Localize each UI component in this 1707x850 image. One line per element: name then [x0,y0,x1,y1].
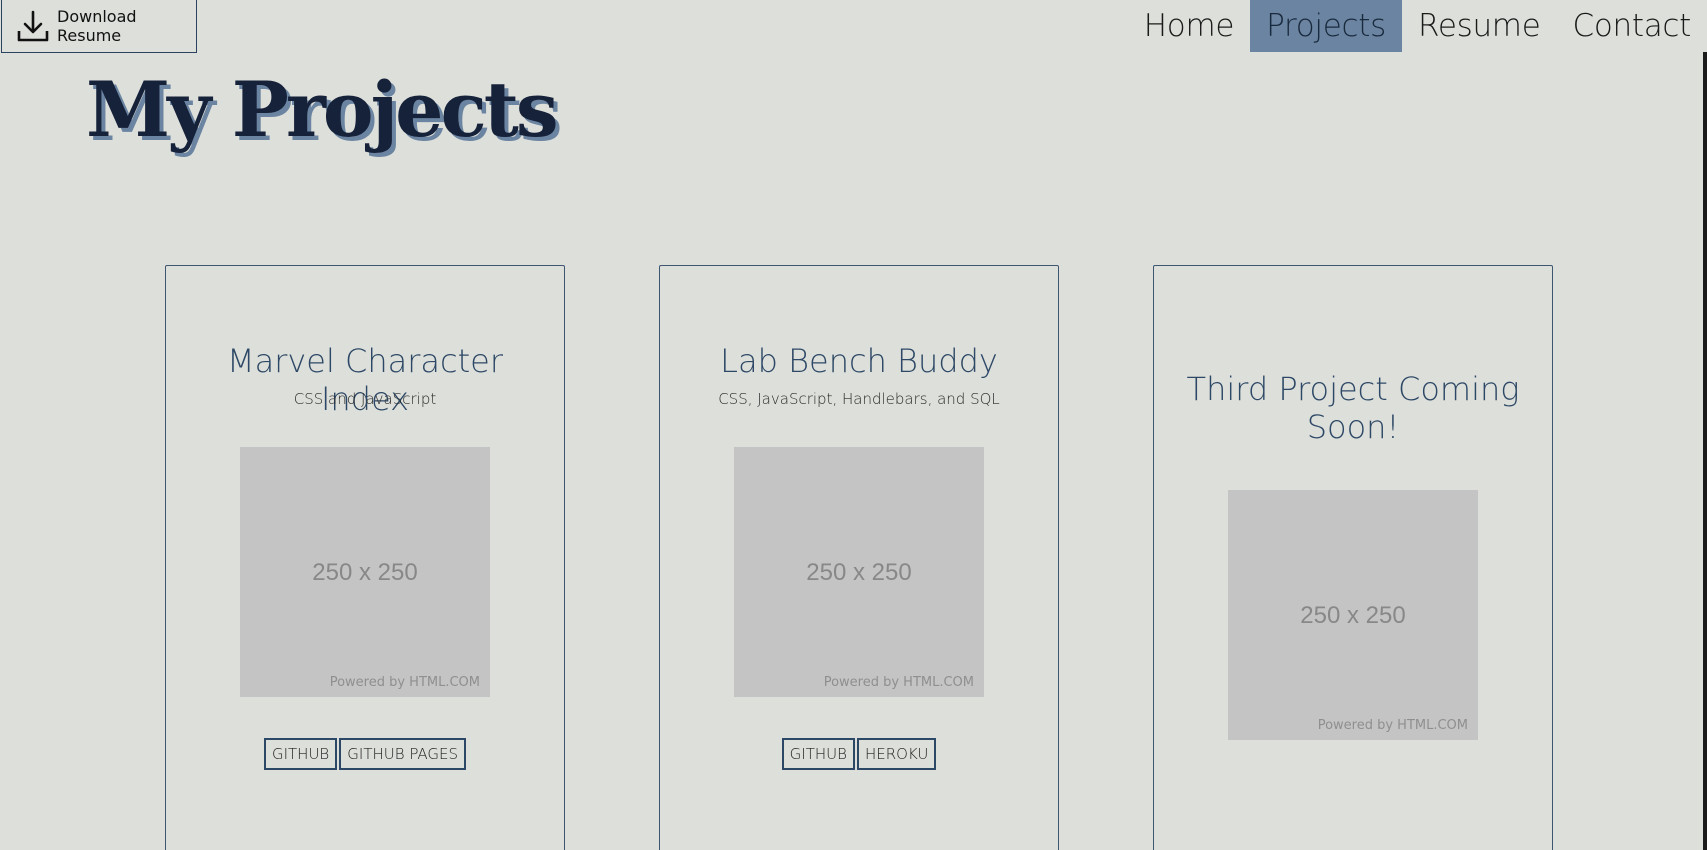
nav-contact[interactable]: Contact [1556,0,1707,52]
download-icon [16,8,50,44]
image-credit: Powered by HTML.COM [1317,718,1468,733]
github-button[interactable]: GITHUB [263,738,338,770]
project-links: GITHUB GITHUB PAGES [166,738,564,770]
download-resume-button[interactable]: Download Resume [1,0,197,53]
image-dimensions: 250 x 250 [312,559,418,586]
image-credit: Powered by HTML.COM [329,675,480,690]
scrollbar[interactable] [1703,52,1707,850]
project-image: 250 x 250 Powered by HTML.COM [734,447,984,697]
project-card-coming-soon: Third Project Coming Soon! 250 x 250 Pow… [1153,265,1553,850]
download-resume-label: Download Resume [57,7,137,45]
nav-home[interactable]: Home [1128,0,1250,52]
project-tech: CSS, JavaScript, Handlebars, and SQL [718,390,1000,408]
page-title: My Projects [86,65,559,154]
image-dimensions: 250 x 250 [1300,602,1406,629]
github-pages-button[interactable]: GITHUB PAGES [339,738,467,770]
heroku-button[interactable]: HEROKU [856,738,937,770]
project-tech: CSS and JavaScript [293,390,437,408]
github-button[interactable]: GITHUB [781,738,855,770]
project-card-marvel: Marvel Character Index CSS and JavaScrip… [165,265,565,850]
image-dimensions: 250 x 250 [806,559,912,586]
project-title: Lab Bench Buddy [720,342,998,380]
nav-projects[interactable]: Projects [1250,0,1402,52]
project-card-lab-bench: Lab Bench Buddy CSS, JavaScript, Handleb… [659,265,1059,850]
image-credit: Powered by HTML.COM [823,675,974,690]
main-nav: Home Projects Resume Contact [1128,0,1707,52]
page: Download Resume Home Projects Resume Con… [0,0,1707,850]
nav-resume[interactable]: Resume [1402,0,1557,52]
project-links: GITHUB HEROKU [660,738,1058,770]
project-image: 250 x 250 Powered by HTML.COM [240,447,490,697]
project-title: Third Project Coming Soon! [1186,370,1520,446]
project-image: 250 x 250 Powered by HTML.COM [1228,490,1478,740]
